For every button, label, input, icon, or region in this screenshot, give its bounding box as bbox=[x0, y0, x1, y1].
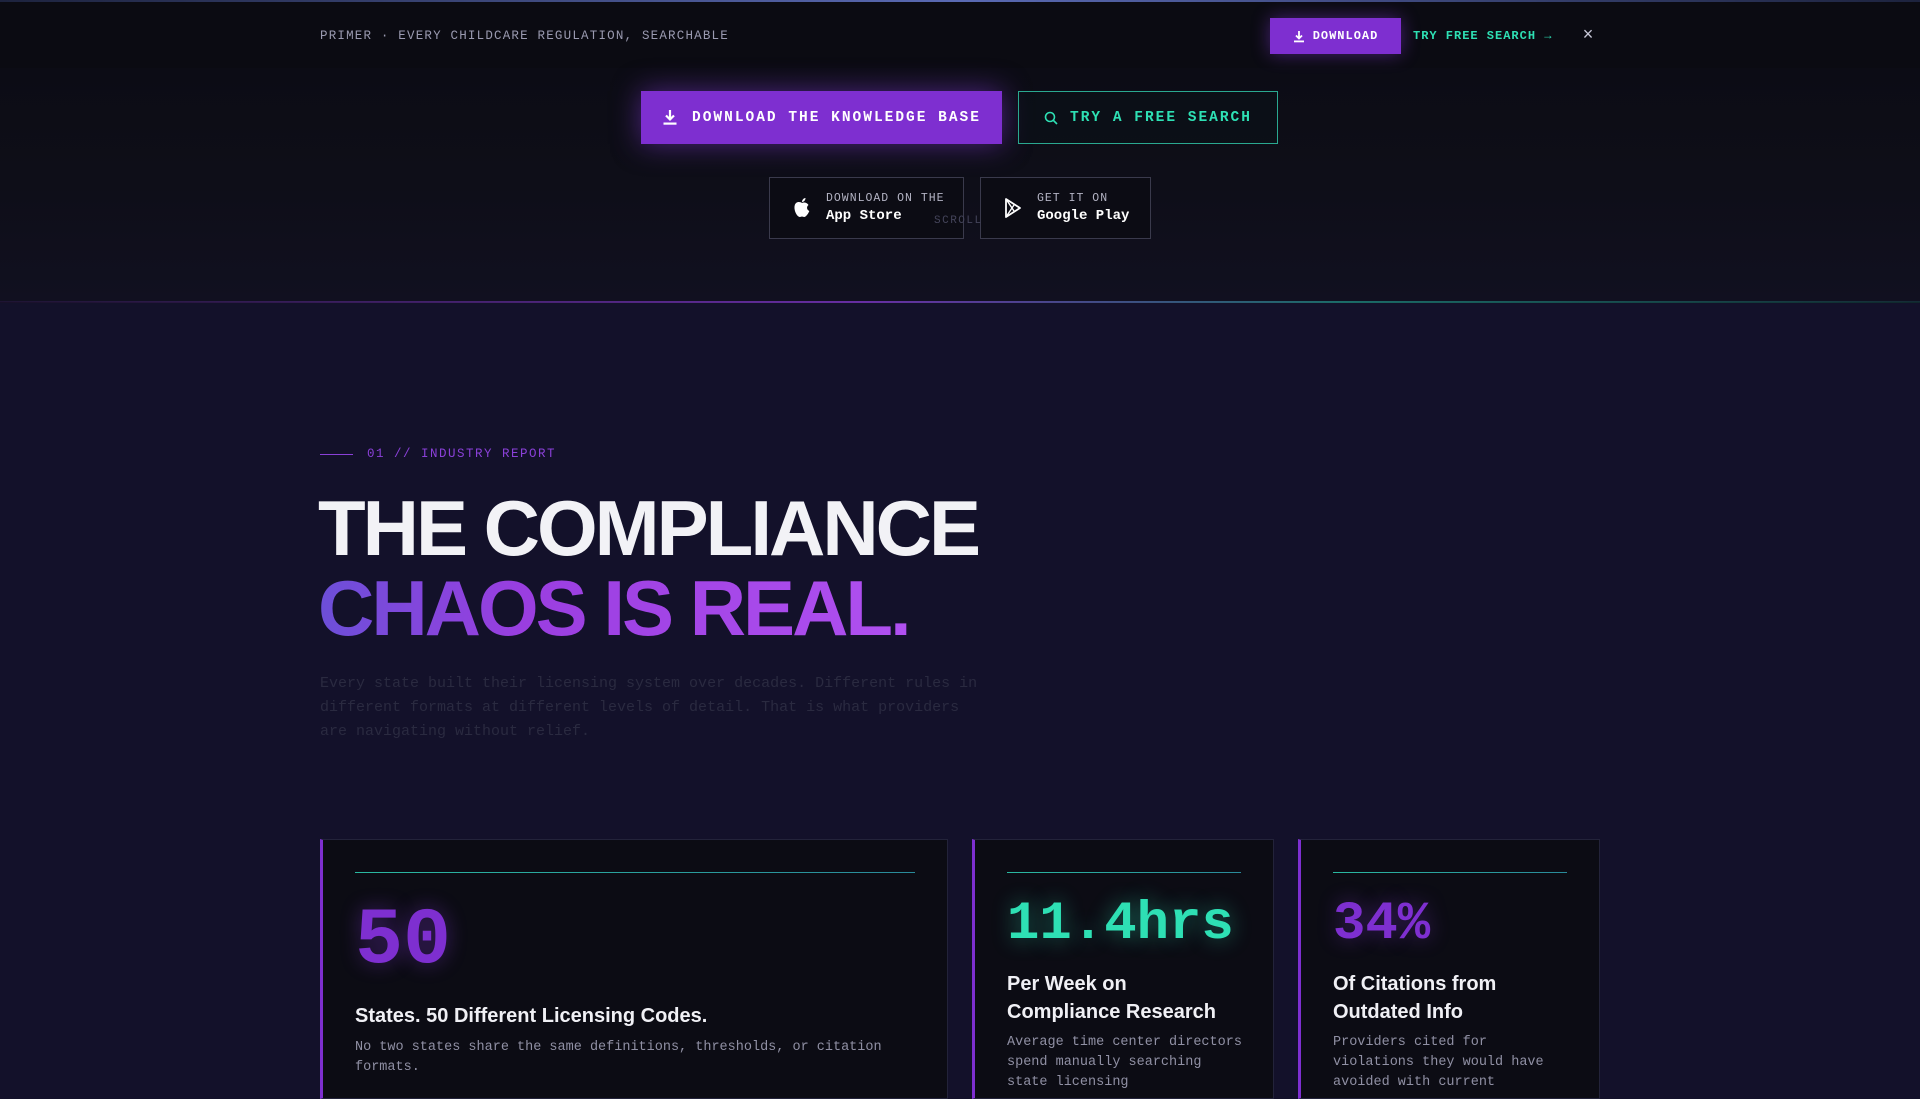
stat-card-rule bbox=[355, 872, 915, 873]
headline-line-1: THE COMPLIANCE bbox=[318, 484, 981, 572]
try-free-search-label: TRY A FREE SEARCH bbox=[1070, 109, 1252, 126]
stat-title: Per Week on Compliance Research bbox=[1007, 973, 1216, 1023]
page-headline: THE COMPLIANCE CHAOS IS REAL. bbox=[318, 484, 981, 652]
headline-line-2: CHAOS IS REAL. bbox=[318, 564, 912, 652]
section-label-text: 01 // INDUSTRY REPORT bbox=[367, 447, 557, 461]
download-knowledge-base-button[interactable]: DOWNLOAD THE KNOWLEDGE BASE bbox=[641, 91, 1002, 144]
stat-card-rule bbox=[1007, 872, 1241, 873]
download-knowledge-base-label: DOWNLOAD THE KNOWLEDGE BASE bbox=[692, 109, 981, 126]
banner-text: PRIMER · EVERY CHILDCARE REGULATION, SEA… bbox=[320, 29, 729, 43]
stat-card-rule bbox=[1333, 872, 1567, 873]
stat-card-states: 50 States. 50 Different Licensing Codes.… bbox=[320, 839, 948, 1099]
download-icon bbox=[663, 110, 677, 125]
stat-card-citations: 34% Of Citations from Outdated Info Prov… bbox=[1298, 839, 1600, 1099]
google-play-big-text: Google Play bbox=[1037, 208, 1130, 224]
stat-description: Providers cited for violations they woul… bbox=[1333, 1035, 1544, 1090]
banner-try-search-link[interactable]: TRY FREE SEARCH → bbox=[1413, 29, 1552, 43]
section-label-bar bbox=[320, 453, 353, 455]
google-play-button[interactable]: GET IT ON Google Play bbox=[980, 177, 1151, 239]
stat-description: Average time center directors spend manu… bbox=[1007, 1035, 1242, 1090]
stat-value: 50 bbox=[355, 896, 452, 987]
banner-download-label: DOWNLOAD bbox=[1312, 29, 1379, 43]
stat-description: No two states share the same definitions… bbox=[355, 1040, 882, 1075]
stat-title: States. 50 Different Licensing Codes. bbox=[355, 1005, 708, 1027]
stat-card-hours: 11.4hrs Per Week on Compliance Research … bbox=[972, 839, 1274, 1099]
app-store-small-text: DOWNLOAD ON THE bbox=[826, 192, 945, 205]
close-icon[interactable]: × bbox=[1580, 25, 1596, 43]
banner-download-button[interactable]: DOWNLOAD bbox=[1270, 18, 1401, 54]
search-icon bbox=[1044, 111, 1058, 125]
app-store-big-text: App Store bbox=[826, 208, 902, 224]
intro-paragraph: Every state built their licensing system… bbox=[320, 675, 978, 740]
apple-icon bbox=[794, 198, 810, 217]
scroll-hint: SCROLL bbox=[934, 215, 983, 227]
section-label: 01 // INDUSTRY REPORT bbox=[320, 447, 556, 461]
google-play-small-text: GET IT ON bbox=[1037, 192, 1109, 205]
announcement-banner: PRIMER · EVERY CHILDCARE REGULATION, SEA… bbox=[0, 2, 1920, 68]
stat-title: Of Citations from Outdated Info bbox=[1333, 973, 1497, 1023]
section-divider bbox=[0, 301, 1920, 303]
top-section: PRIMER · EVERY CHILDCARE REGULATION, SEA… bbox=[0, 0, 1920, 303]
google-play-icon bbox=[1005, 198, 1021, 218]
download-icon bbox=[1293, 30, 1304, 42]
try-free-search-button[interactable]: TRY A FREE SEARCH bbox=[1018, 91, 1278, 144]
stat-value: 34% bbox=[1333, 894, 1431, 955]
app-store-button[interactable]: DOWNLOAD ON THE App Store bbox=[769, 177, 964, 239]
stat-value: 11.4hrs bbox=[1007, 894, 1234, 955]
